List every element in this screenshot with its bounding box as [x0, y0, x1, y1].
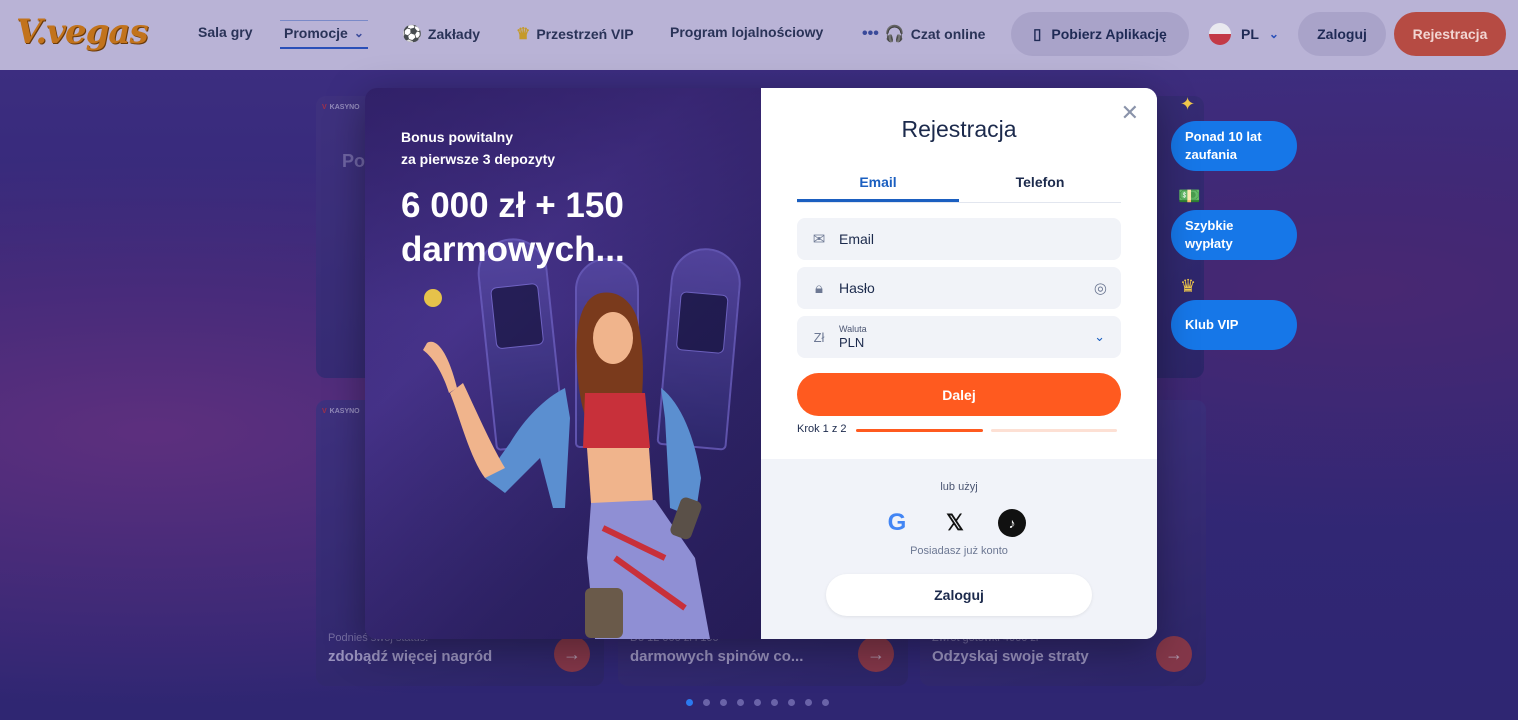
- chevron-down-icon: ⌄: [353, 26, 364, 40]
- tab-phone[interactable]: Telefon: [959, 168, 1121, 202]
- google-icon[interactable]: G: [883, 509, 911, 537]
- language-label: PL: [1241, 26, 1259, 42]
- form-title: Rejestracja: [901, 116, 1017, 142]
- badge-label: Szybkie wypłaty: [1185, 218, 1234, 251]
- character-illustration: [423, 289, 710, 639]
- carousel-dot[interactable]: [754, 699, 761, 706]
- nav-przestrzen-vip[interactable]: ♛ Przestrzeń VIP: [516, 24, 634, 44]
- eye-off-icon[interactable]: ◎: [1094, 279, 1107, 297]
- nav-czat-online[interactable]: ••• 🎧 Czat online: [862, 24, 985, 44]
- soccer-ball-icon: ⚽: [402, 26, 422, 43]
- promo-subtitle: Bonus powitalny za pierwsze 3 depozyty: [401, 126, 555, 170]
- step-indicator: Krok 1 z 2: [797, 423, 847, 435]
- promo-panel: Bonus powitalny za pierwsze 3 depozyty 6…: [365, 88, 761, 639]
- login-label: Zaloguj: [1317, 26, 1367, 42]
- chevron-down-icon: ⌄: [1094, 329, 1105, 344]
- chevron-down-icon: ⌄: [1268, 27, 1279, 41]
- register-label: Rejestracja: [1412, 26, 1488, 42]
- headset-icon: 🎧: [884, 26, 905, 43]
- badge-label: Klub VIP: [1185, 317, 1239, 332]
- badge-fast-payout: Szybkie wypłaty: [1171, 210, 1297, 260]
- crown-icon: ♛: [516, 26, 531, 43]
- nav-label: Zakłady: [427, 26, 481, 42]
- envelope-icon: ✉: [812, 231, 826, 248]
- registration-modal: Bonus powitalny za pierwsze 3 depozyty 6…: [365, 88, 1157, 639]
- tab-email[interactable]: Email: [797, 168, 959, 202]
- carousel-dot[interactable]: [788, 699, 795, 706]
- more-dots-icon: •••: [862, 25, 879, 42]
- register-button[interactable]: Rejestracja: [1394, 12, 1506, 56]
- tiktok-icon[interactable]: ♪: [998, 509, 1026, 537]
- lock-icon: 🔒︎: [815, 279, 823, 297]
- carousel-dots: [686, 699, 829, 706]
- poland-flag-icon: [1209, 23, 1232, 45]
- have-account-label: Posiadasz już konto: [910, 545, 1008, 557]
- registration-tabs: Email Telefon: [797, 168, 1121, 203]
- nav-zaklady[interactable]: ⚽ Zakłady: [402, 24, 480, 44]
- nav-label: Sala gry: [198, 24, 253, 40]
- carousel-dot[interactable]: [737, 699, 744, 706]
- language-selector[interactable]: PL ⌄: [1198, 12, 1290, 56]
- email-field[interactable]: ✉ Email: [797, 218, 1121, 260]
- nav-label: Czat online: [910, 26, 986, 42]
- promo-title: 6 000 zł + 150 darmowych...: [401, 184, 751, 272]
- badge-vip-club: Klub VIP: [1171, 300, 1297, 350]
- promo-subtitle-line: Bonus powitalny: [401, 129, 513, 145]
- badge-label: Ponad 10 lat zaufania: [1185, 129, 1262, 162]
- top-header: V.vegas Sala gry Promocje ⌄ ⚽ Zakłady ♛ Prz…: [0, 0, 1518, 70]
- currency-select[interactable]: Zł Waluta PLN ⌄: [797, 316, 1121, 358]
- promo-title-line: 6 000 zł + 150: [401, 186, 624, 225]
- login-button[interactable]: Zaloguj: [1298, 12, 1386, 56]
- download-app-button[interactable]: ▯ Pobierz Aplikację: [1011, 12, 1189, 56]
- money-icon: 💵: [1178, 186, 1201, 206]
- nav-sala-gry[interactable]: Sala gry: [198, 24, 252, 40]
- email-placeholder: Email: [839, 231, 875, 247]
- badge-trust: Ponad 10 lat zaufania: [1171, 121, 1297, 171]
- password-field[interactable]: 🔒︎ Hasło ◎: [797, 267, 1121, 309]
- or-use-label: lub użyj: [940, 481, 978, 493]
- nav-label: Promocje: [284, 25, 348, 41]
- registration-form: ✕ Rejestracja Email Telefon ✉ Email 🔒︎ H…: [761, 88, 1157, 639]
- currency-value: PLN: [839, 335, 865, 350]
- next-button[interactable]: Dalej: [797, 373, 1121, 416]
- carousel-dot[interactable]: [720, 699, 727, 706]
- promo-title-line: darmowych...: [401, 230, 625, 269]
- carousel-dot[interactable]: [771, 699, 778, 706]
- carousel-dot[interactable]: [686, 699, 693, 706]
- nav-program-lojalnosciowy[interactable]: Program lojalnościowy: [670, 24, 823, 40]
- phone-icon: ▯: [1033, 26, 1042, 43]
- password-placeholder: Hasło: [839, 280, 875, 296]
- modal-login-button[interactable]: Zaloguj: [826, 574, 1092, 616]
- x-icon[interactable]: 𝕏: [941, 509, 969, 537]
- nav-label: Przestrzeń VIP: [536, 26, 634, 42]
- main-nav: Sala gry Promocje ⌄ ⚽ Zakłady ♛ Przestrzeń …: [0, 0, 1518, 70]
- confetti-icon: ✦: [1180, 94, 1196, 114]
- promo-subtitle-line: za pierwsze 3 depozyty: [401, 151, 556, 167]
- carousel-dot[interactable]: [703, 699, 710, 706]
- download-app-label: Pobierz Aplikację: [1051, 26, 1167, 42]
- carousel-dot[interactable]: [822, 699, 829, 706]
- nav-promocje[interactable]: Promocje ⌄: [280, 20, 368, 49]
- step-progress-filled: [856, 429, 983, 432]
- nav-label: Program lojalnościowy: [670, 24, 824, 40]
- step-progress-empty: [991, 429, 1117, 432]
- currency-symbol: Zł: [813, 329, 825, 345]
- crown-icon: ♛: [1180, 276, 1197, 296]
- carousel-dot[interactable]: [805, 699, 812, 706]
- currency-label: Waluta: [839, 324, 867, 334]
